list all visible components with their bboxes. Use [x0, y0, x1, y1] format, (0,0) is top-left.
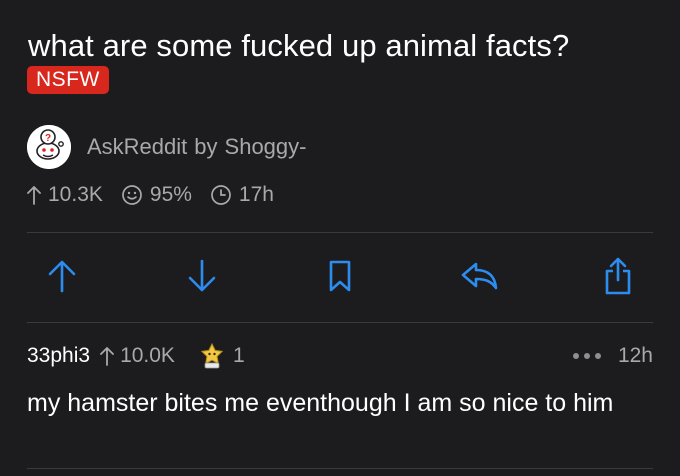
- award-count: 1: [232, 344, 245, 367]
- upvote-button[interactable]: [40, 254, 84, 298]
- post-title: what are some fucked up animal facts?: [28, 28, 570, 63]
- divider-comment: [27, 468, 653, 469]
- svg-text:?: ?: [45, 133, 51, 144]
- arrow-up-icon: [100, 347, 114, 366]
- post-age: 17h: [238, 183, 274, 206]
- share-icon: [605, 257, 631, 295]
- share-button[interactable]: [596, 254, 640, 298]
- reply-button[interactable]: [458, 254, 502, 298]
- score-stat: 10.3K: [27, 183, 103, 207]
- comment-award[interactable]: 1: [197, 342, 245, 370]
- post-meta: ? AskReddit by Shoggy-: [27, 125, 306, 169]
- comment-body: my hamster bites me eventhough I am so n…: [27, 389, 614, 417]
- post-score: 10.3K: [48, 183, 103, 206]
- upvote-ratio: 95%: [149, 183, 192, 206]
- subreddit-avatar-icon[interactable]: ?: [27, 125, 71, 169]
- clock-icon: [211, 185, 231, 205]
- reply-icon: [461, 262, 498, 290]
- bookmark-icon: [329, 260, 351, 292]
- comment-score: 10.0K: [120, 344, 175, 367]
- downvote-icon: [188, 259, 216, 292]
- comment-age: 12h: [617, 344, 653, 367]
- award-icon: [200, 342, 224, 369]
- smiley-icon: [122, 185, 142, 205]
- comment-header: 33phi3 10.0K 1 12h: [27, 342, 653, 370]
- subreddit-name[interactable]: AskReddit: [87, 134, 187, 160]
- action-bar: [0, 240, 680, 316]
- comment-score-stat: 10.0K: [100, 344, 175, 368]
- divider-bottom: [27, 322, 653, 323]
- age-stat: 17h: [210, 183, 274, 207]
- more-options-icon[interactable]: [572, 352, 602, 360]
- upvote-icon: [48, 260, 76, 293]
- downvote-button[interactable]: [180, 254, 224, 298]
- comment-right: 12h: [572, 344, 653, 368]
- by-label: by: [194, 134, 218, 159]
- ratio-stat: 95%: [121, 183, 192, 207]
- nsfw-badge: NSFW: [27, 66, 109, 94]
- bookmark-button[interactable]: [318, 254, 362, 298]
- comment-author[interactable]: 33phi3: [27, 344, 90, 368]
- divider-top: [27, 232, 653, 233]
- post-stats: 10.3K 95% 17h: [27, 183, 292, 207]
- arrow-up-icon: [27, 186, 41, 205]
- post-author[interactable]: Shoggy-: [225, 134, 307, 160]
